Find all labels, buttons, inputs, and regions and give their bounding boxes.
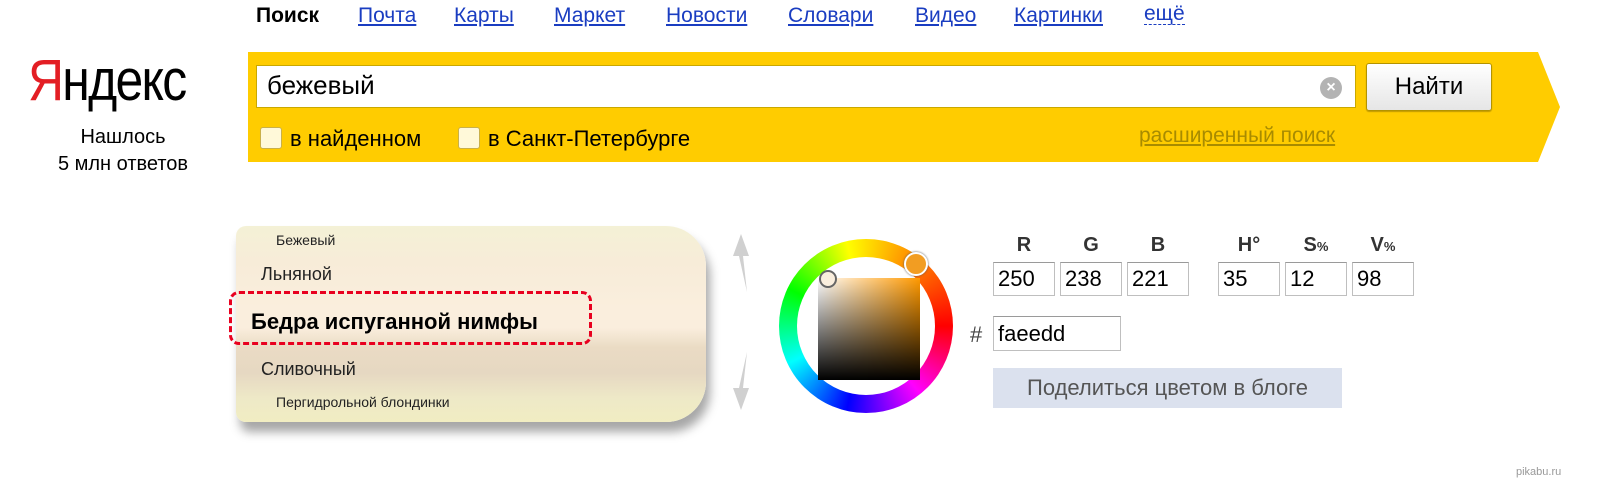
- hex-field[interactable]: faeedd: [993, 316, 1121, 351]
- blue-field[interactable]: 221: [1127, 262, 1189, 296]
- color-name-item[interactable]: Сливочный: [261, 359, 356, 380]
- scroll-up-arrow-icon[interactable]: [730, 232, 752, 294]
- logo-rest: ндекс: [62, 48, 187, 113]
- label-b: B: [1150, 234, 1166, 256]
- nav-more[interactable]: ещё: [1144, 3, 1185, 25]
- sv-handle[interactable]: [819, 270, 837, 288]
- search-bar-arrow: [1538, 52, 1560, 162]
- hue-handle[interactable]: [904, 252, 928, 276]
- share-color-button[interactable]: Поделиться цветом в блоге: [993, 368, 1342, 408]
- saturation-value-square[interactable]: [818, 278, 920, 380]
- label-v: V%: [1352, 234, 1414, 257]
- scroll-down-arrow-icon[interactable]: [730, 350, 752, 412]
- clear-icon[interactable]: ×: [1320, 77, 1342, 99]
- label-r: R: [1016, 234, 1032, 256]
- nav-link-video[interactable]: Видео: [915, 4, 976, 28]
- red-field[interactable]: 250: [993, 262, 1055, 296]
- hash-label: #: [970, 322, 983, 347]
- color-name-item[interactable]: Пергидрольной блондинки: [276, 394, 450, 410]
- option-spb-label: в Санкт-Петербурге: [488, 126, 691, 151]
- option-in-found-label: в найденном: [290, 126, 422, 151]
- search-input[interactable]: бежевый: [256, 65, 1356, 108]
- search-button[interactable]: Найти: [1366, 63, 1492, 111]
- label-s-pct: %: [1316, 239, 1329, 254]
- nav-link-images[interactable]: Картинки: [1014, 4, 1103, 28]
- label-g: G: [1083, 234, 1099, 256]
- green-field[interactable]: 238: [1060, 262, 1122, 296]
- label-v-letter: V: [1370, 234, 1384, 256]
- advanced-search-link[interactable]: расширенный поиск: [1139, 124, 1335, 148]
- yandex-logo[interactable]: Яндекс: [28, 48, 187, 114]
- results-count-line1: Нашлось: [80, 126, 166, 148]
- nav-link-market[interactable]: Маркет: [554, 4, 625, 28]
- selection-highlight: [229, 291, 592, 345]
- results-count: Нашлось 5 млн ответов: [40, 124, 206, 178]
- checkbox-spb[interactable]: [458, 127, 480, 150]
- checkbox-in-found[interactable]: [260, 127, 282, 150]
- watermark: pikabu.ru: [1516, 466, 1562, 478]
- nav-link-mail[interactable]: Почта: [358, 4, 416, 28]
- label-s-letter: S: [1303, 234, 1317, 256]
- nav-link-maps[interactable]: Карты: [454, 4, 514, 28]
- logo-ya: Я: [28, 48, 64, 113]
- hue-field[interactable]: 35: [1218, 262, 1280, 296]
- value-field[interactable]: 98: [1352, 262, 1414, 296]
- option-spb[interactable]: в Санкт-Петербурге: [458, 127, 690, 151]
- label-v-pct: %: [1383, 239, 1396, 254]
- results-count-line2: 5 млн ответов: [57, 153, 189, 175]
- option-in-found[interactable]: в найденном: [260, 127, 421, 151]
- saturation-field[interactable]: 12: [1285, 262, 1347, 296]
- label-h: H°: [1237, 234, 1261, 256]
- nav-search-active: Поиск: [256, 4, 320, 27]
- nav-link-dictionaries[interactable]: Словари: [788, 4, 873, 28]
- color-name-item[interactable]: Льняной: [261, 264, 332, 285]
- label-s: S%: [1285, 234, 1347, 257]
- color-name-item[interactable]: Бежевый: [276, 232, 335, 248]
- nav-link-news[interactable]: Новости: [666, 4, 747, 28]
